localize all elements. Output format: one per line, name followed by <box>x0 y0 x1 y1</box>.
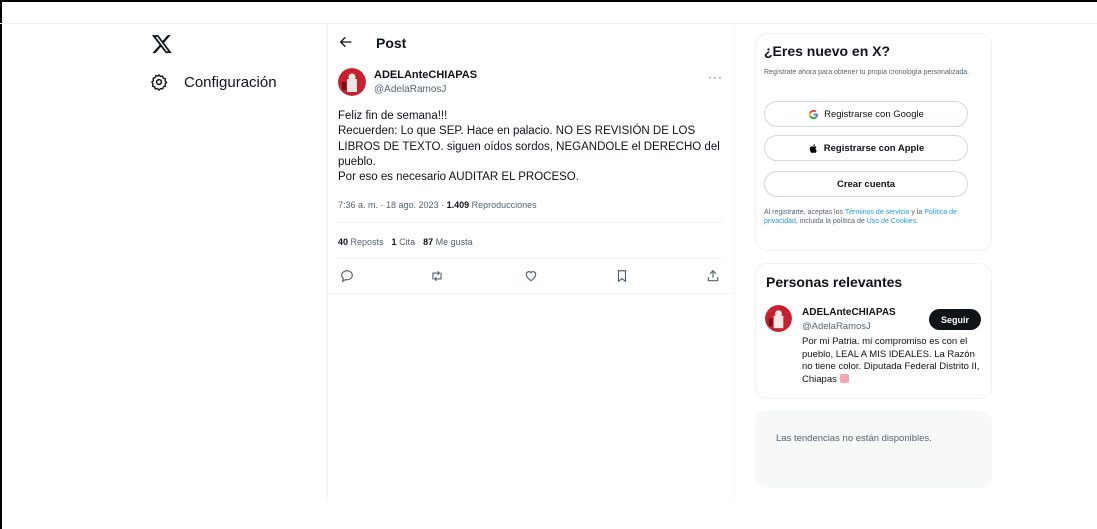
likes-stat[interactable]: 87 Me gusta <box>423 237 473 247</box>
flower-emoji-icon <box>839 374 849 384</box>
legal-text: y la <box>909 209 925 216</box>
tweet-line: Por eso es necesario AUDITAR EL PROCESO. <box>338 171 579 184</box>
share-button[interactable] <box>706 269 720 283</box>
tweet-text: Feliz fin de semana!!! Recuerden: Lo que… <box>338 109 723 185</box>
page-title: Post <box>376 35 407 51</box>
tweet-line: Recuerden: Lo que SEP. Hace en palacio. … <box>338 125 723 168</box>
column-border-left <box>327 24 328 499</box>
repost-icon <box>432 270 442 282</box>
quotes-stat[interactable]: 1 Cita <box>392 237 416 247</box>
reposts-count: 40 <box>338 237 349 247</box>
follow-button[interactable]: Seguir <box>929 309 981 330</box>
divider <box>328 293 734 294</box>
author-name[interactable]: ADELAnteCHIAPAS <box>374 69 477 81</box>
relevant-people-card: Personas relevantes ADELAnteCHIAPAS @Ade… <box>755 263 992 399</box>
legal-text: , incluida la política de <box>795 218 867 225</box>
apple-signup-button[interactable]: Registrarse con Apple <box>764 135 968 161</box>
heart-icon <box>525 271 537 282</box>
legal-text: Al registrarte, aceptas los <box>764 209 845 216</box>
reply-button[interactable] <box>340 269 354 283</box>
legal-text: . <box>916 218 919 225</box>
trends-panel: Las tendencias no están disponibles. <box>755 410 992 488</box>
tweet-line: Feliz fin de semana!!! <box>338 110 448 122</box>
person-name[interactable]: ADELAnteCHIAPAS <box>802 307 896 318</box>
reposts-label: Reposts <box>348 237 384 247</box>
quotes-label: Cita <box>396 237 416 247</box>
cookies-link[interactable]: Uso de Cookies <box>867 218 916 225</box>
author-avatar[interactable] <box>338 68 366 96</box>
signup-subtitle: Regístrate ahora para obtener tu propia … <box>764 69 970 76</box>
divider <box>338 222 723 223</box>
person-bio: Por mi Patria. mi compromiso es con el p… <box>802 336 986 386</box>
nav-settings-label: Configuración <box>184 73 277 91</box>
reposts-stat[interactable]: 40 Reposts <box>338 237 384 247</box>
bookmark-icon <box>617 270 627 283</box>
person-handle[interactable]: @AdelaRamosJ <box>802 321 871 332</box>
apple-icon <box>809 143 817 153</box>
google-icon <box>809 109 818 119</box>
create-account-label: Crear cuenta <box>836 178 896 190</box>
more-options-icon[interactable]: ··· <box>708 70 723 84</box>
person-bio-text: Por mi Patria. mi compromiso es con el p… <box>802 336 980 385</box>
person-avatar[interactable] <box>765 305 792 332</box>
top-divider <box>0 23 1097 24</box>
repost-button[interactable] <box>430 269 444 283</box>
tweet-stats: 40 Reposts 1 Cita 87 Me gusta <box>338 237 473 247</box>
view-label: Reproducciones <box>469 200 537 210</box>
google-signup-button[interactable]: Registrarse con Google <box>764 101 968 127</box>
terms-link[interactable]: Términos de servicio <box>845 209 910 216</box>
likes-label: Me gusta <box>433 237 473 247</box>
bookmark-button[interactable] <box>615 269 629 283</box>
gear-icon <box>151 74 168 91</box>
nav-settings[interactable]: Configuración <box>150 70 277 94</box>
share-icon <box>707 269 719 282</box>
signup-card: ¿Eres nuevo en X? Regístrate ahora para … <box>755 33 992 251</box>
tweet-time[interactable]: 7:36 a. m. · 18 ago. 2023 · <box>338 200 447 210</box>
apple-signup-label: Registrarse con Apple <box>823 142 925 154</box>
signup-legal-text: Al registrarte, aceptas los Términos de … <box>764 208 986 226</box>
column-border-right <box>734 24 735 499</box>
trends-unavailable-message: Las tendencias no están disponibles. <box>776 433 932 444</box>
signup-title: ¿Eres nuevo en X? <box>764 43 891 59</box>
likes-count: 87 <box>423 237 434 247</box>
author-handle[interactable]: @AdelaRamosJ <box>374 84 446 95</box>
divider <box>338 258 723 259</box>
x-logo-icon[interactable] <box>151 33 173 55</box>
relevant-people-title: Personas relevantes <box>766 274 903 290</box>
google-signup-label: Registrarse con Google <box>824 108 924 120</box>
tweet-meta: 7:36 a. m. · 18 ago. 2023 · 1.409 Reprod… <box>338 200 537 210</box>
back-arrow-icon[interactable] <box>338 34 354 50</box>
reply-icon <box>341 270 353 283</box>
view-count: 1.409 <box>446 200 470 210</box>
create-account-button[interactable]: Crear cuenta <box>764 171 968 197</box>
like-button[interactable] <box>524 269 538 283</box>
